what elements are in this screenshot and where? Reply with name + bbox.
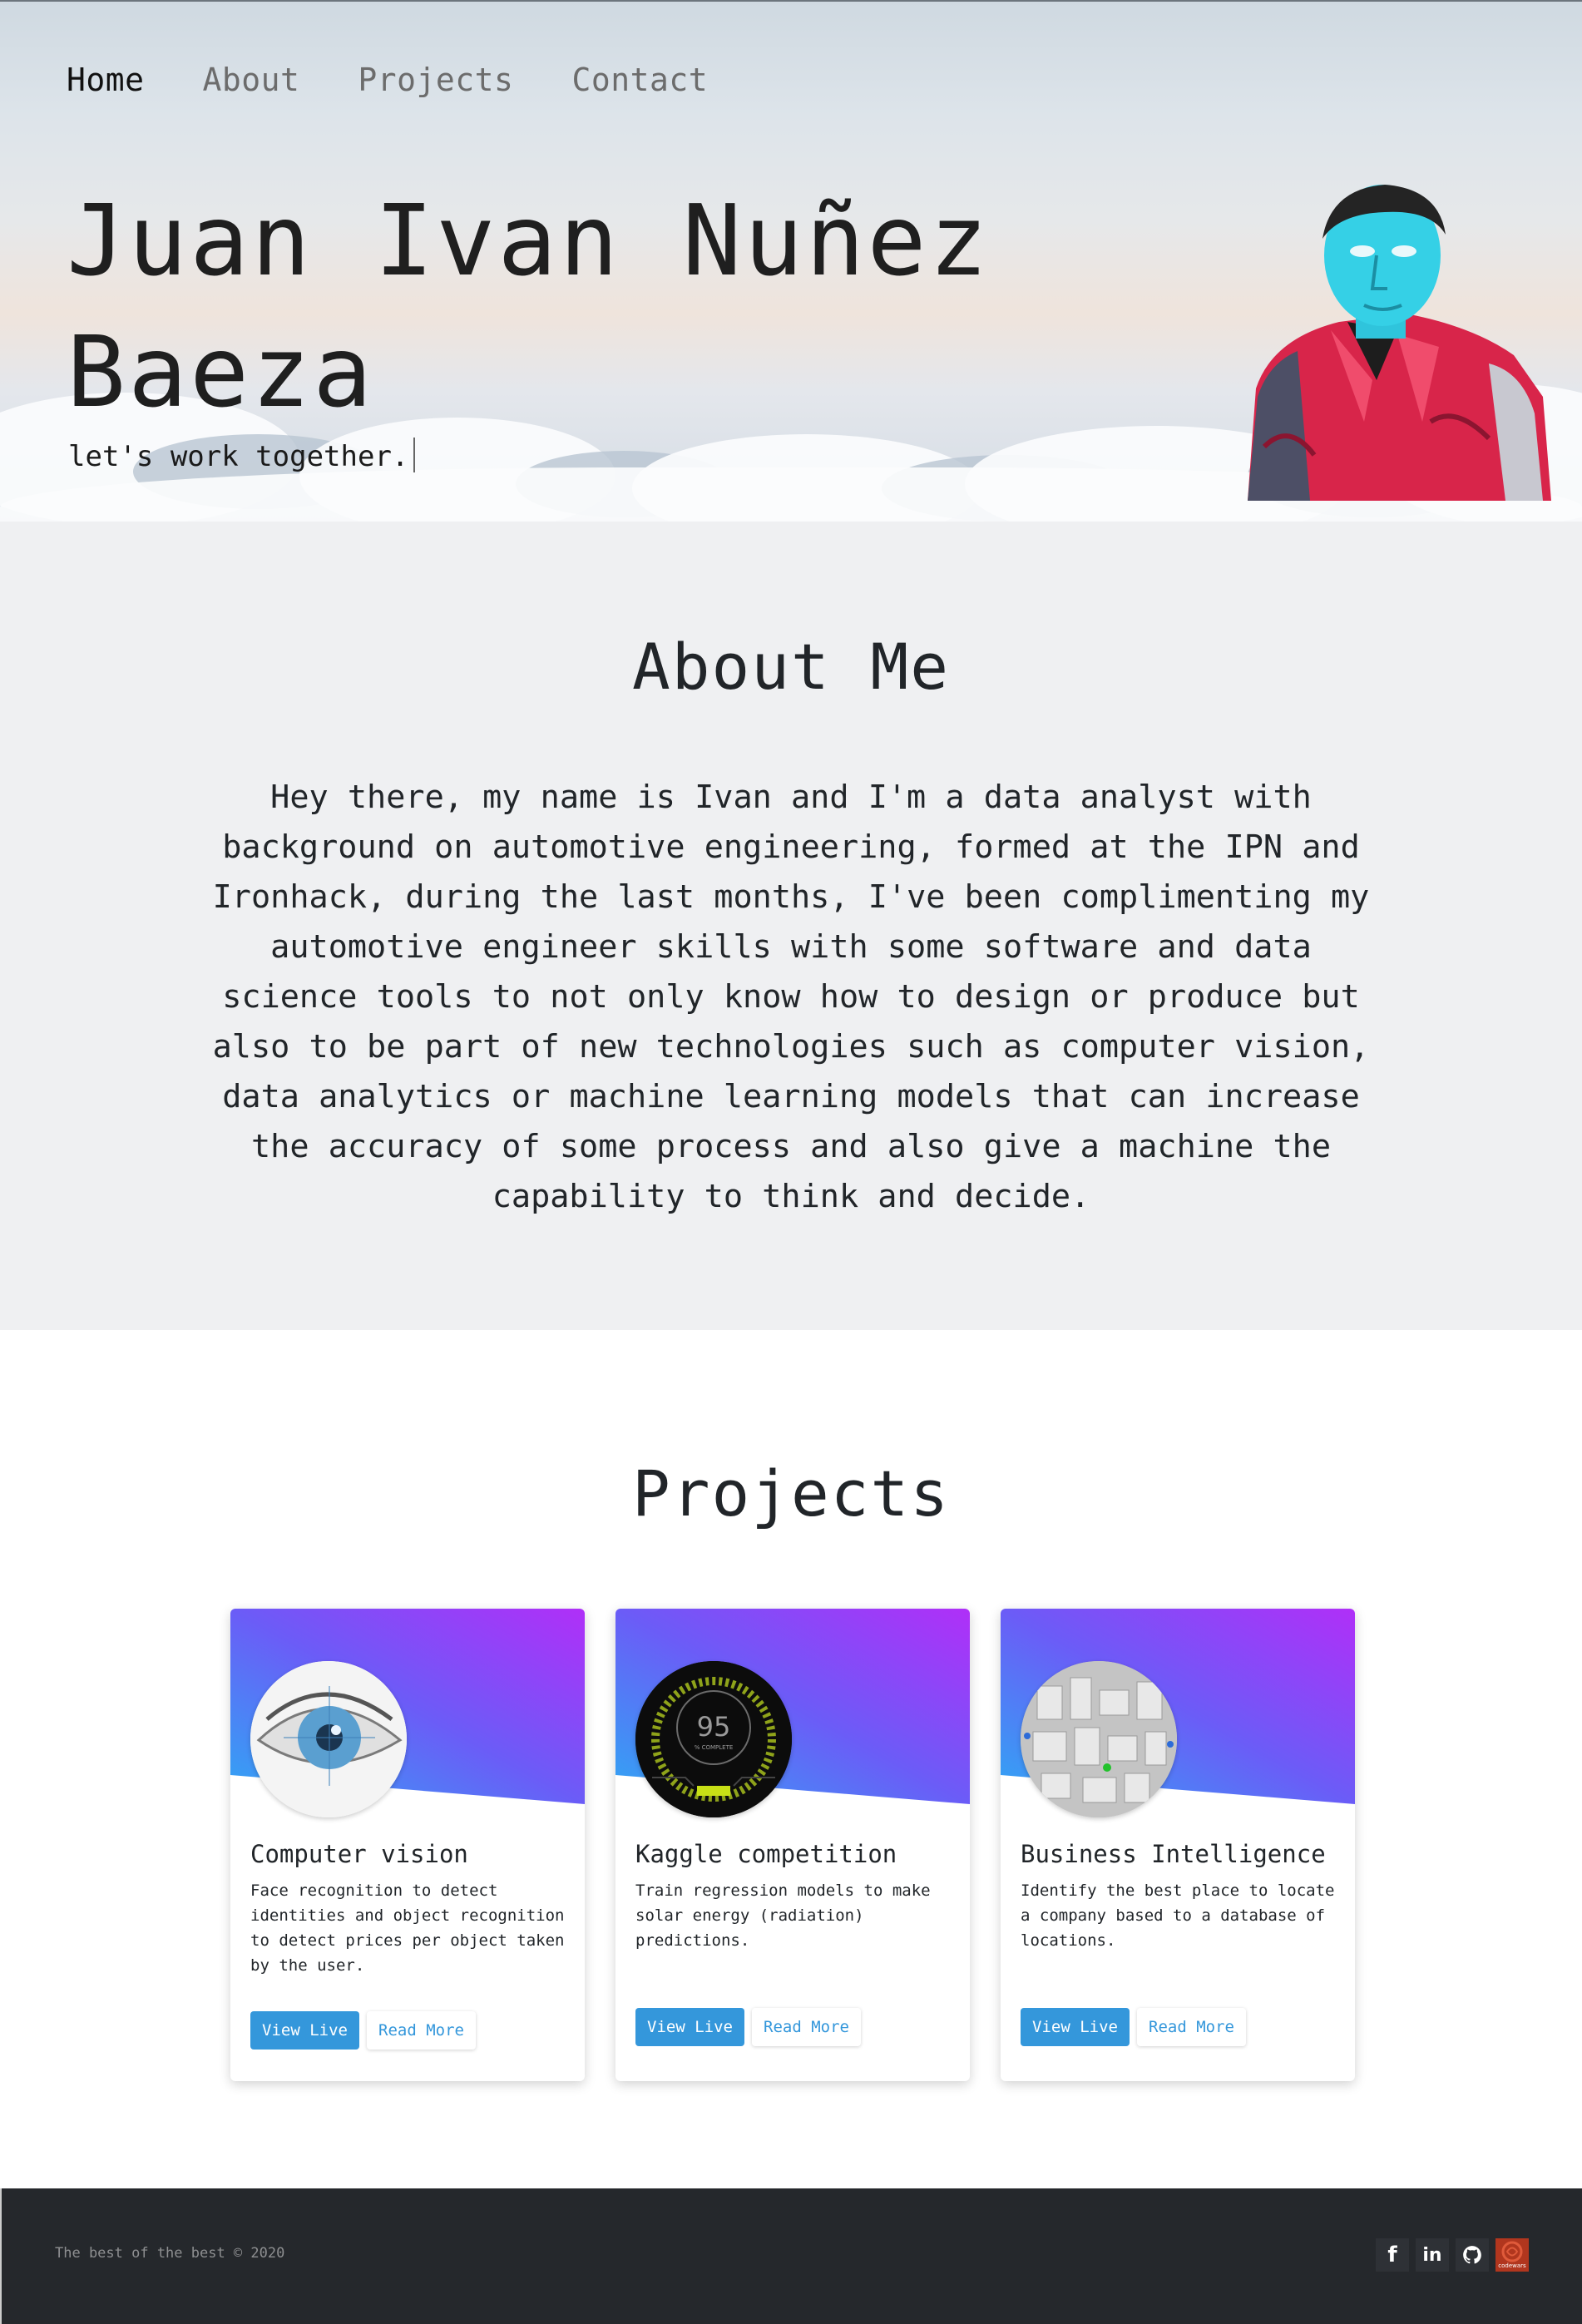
nav-contact-link[interactable]: Contact (571, 62, 708, 98)
gauge-caption: % COMPLETE (695, 1744, 734, 1751)
project-card-business-intelligence: Business Intelligence Identify the best … (1001, 1609, 1355, 2081)
read-more-button[interactable]: Read More (1137, 2008, 1246, 2046)
card-title: Business Intelligence (1021, 1840, 1326, 1868)
github-glyph (1463, 2246, 1481, 2264)
typing-cursor (413, 438, 416, 472)
view-live-button[interactable]: View Live (250, 2011, 359, 2050)
main-nav: Home About Projects Contact (67, 62, 766, 98)
hero-name-line2: Baeza (67, 314, 375, 429)
hero-subtitle-text: let's work together. (68, 440, 409, 473)
codewars-label: codewars (1498, 2262, 1526, 2269)
nav-about-link[interactable]: About (203, 62, 300, 98)
nav-home-link[interactable]: Home (67, 62, 145, 98)
read-more-button[interactable]: Read More (752, 2008, 861, 2046)
card-description: Train regression models to make solar en… (635, 1881, 931, 1950)
nav-projects-link[interactable]: Projects (358, 62, 513, 98)
facebook-glyph: f (1387, 2242, 1397, 2267)
site-footer: The best of the best © 2020 f in codewar… (0, 2188, 1582, 2324)
view-live-button[interactable]: View Live (635, 2008, 744, 2046)
hero-name: Juan Ivan Nuñez Baeza (67, 175, 1065, 438)
linkedin-icon[interactable]: in (1416, 2238, 1449, 2272)
card-description: Face recognition to detect identities an… (250, 1881, 565, 1975)
social-links: f in codewars (1376, 2238, 1529, 2272)
projects-section: Projects Computer vision Face recognitio… (0, 1330, 1582, 2188)
projects-heading: Projects (631, 1456, 951, 1530)
about-heading: About Me (631, 630, 951, 704)
hero-section: Home About Projects Contact Juan Ivan Nu… (0, 0, 1582, 522)
card-title: Kaggle competition (635, 1840, 897, 1868)
linkedin-glyph: in (1422, 2244, 1442, 2266)
eye-thumbnail (250, 1661, 407, 1817)
project-card-kaggle: 95 % COMPLETE Kaggle competition Train r… (615, 1609, 970, 2081)
about-text: Hey there, my name is Ivan and I'm a dat… (212, 779, 1370, 1215)
codewars-glyph (1501, 2241, 1523, 2262)
hero-name-line1: Juan Ivan Nuñez (67, 183, 991, 298)
copyright-text: The best of the best © 2020 (55, 2245, 285, 2262)
gauge-value: 95 (697, 1711, 731, 1743)
avatar-illustration (1248, 185, 1551, 501)
github-icon[interactable] (1456, 2238, 1489, 2272)
city-map-thumbnail (1021, 1661, 1177, 1817)
codewars-icon[interactable]: codewars (1495, 2238, 1529, 2272)
about-section: About Me Hey there, my name is Ivan and … (0, 522, 1582, 1330)
read-more-button[interactable]: Read More (367, 2011, 476, 2050)
view-live-button[interactable]: View Live (1021, 2008, 1130, 2046)
project-card-computer-vision: Computer vision Face recognition to dete… (230, 1609, 585, 2081)
hero-subtitle: let's work together. (68, 438, 416, 473)
card-description: Identify the best place to locate a comp… (1021, 1881, 1335, 1950)
card-title: Computer vision (250, 1840, 468, 1868)
gauge-thumbnail: 95 % COMPLETE (635, 1661, 792, 1817)
facebook-icon[interactable]: f (1376, 2238, 1409, 2272)
